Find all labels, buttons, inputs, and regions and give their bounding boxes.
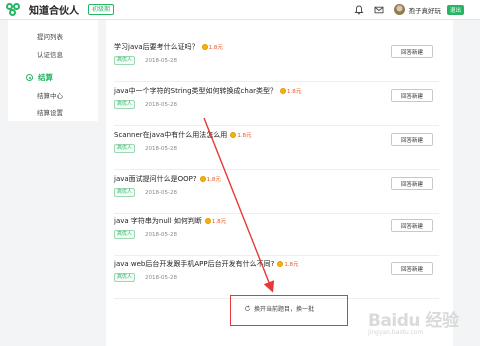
answer-button[interactable]: 回答新建: [391, 219, 433, 232]
question-title[interactable]: Scanner在java中有什么用法怎么用: [114, 130, 227, 140]
coin-icon: [201, 44, 208, 50]
question-item: java中一个字符的String类型如何转换成char类型？ 1.8元 高优人 2…: [114, 86, 439, 126]
user-name[interactable]: 孢子真好玩: [408, 5, 441, 15]
answer-button[interactable]: 回答新建: [391, 89, 433, 102]
question-date: 2018-05-28: [145, 231, 177, 238]
answer-button[interactable]: 回答新建: [391, 177, 433, 190]
reward-amount: 1.8元: [206, 177, 221, 183]
stage-badge: 初级期: [88, 4, 115, 15]
question-panel: 学习java后要考什么证吗？ 1.8元 高优人 2018-05-28 回答新建 j…: [106, 0, 453, 346]
question-item: java web后台开发跟手机APP后台开发有什么不同? 1.8元 高优人 201…: [114, 259, 439, 299]
reward-amount: 1.8元: [211, 219, 227, 225]
reward-amount: 1.8元: [237, 133, 252, 139]
reward-amount: 1.8元: [208, 45, 223, 51]
reward: 1.8元: [199, 175, 221, 183]
reward: 1.8元: [204, 217, 227, 225]
sidebar-item-certification[interactable]: 认证信息: [37, 49, 63, 59]
bell-icon[interactable]: [354, 5, 365, 15]
reward: 1.8元: [201, 43, 223, 51]
question-tag: 高优人: [114, 100, 136, 109]
logo-mark-icon: [6, 2, 24, 17]
question-tag: 高优人: [114, 273, 136, 282]
reward: 1.8元: [280, 87, 301, 95]
question-date: 2018-05-28: [145, 145, 177, 152]
question-title[interactable]: java web后台开发跟手机APP后台开发有什么不同?: [114, 259, 274, 269]
question-date: 2018-05-28: [145, 57, 177, 64]
sidebar-item-settlement-center[interactable]: 结算中心: [37, 90, 63, 100]
watermark-main: Baidu 经验: [368, 311, 459, 331]
sidebar-item-settlement-settings[interactable]: 结算设置: [37, 107, 63, 117]
coin-icon: [280, 88, 287, 94]
coin-icon: [230, 132, 237, 138]
logout-button[interactable]: 退出: [446, 4, 464, 15]
logo[interactable]: 知道合伙人 初级期: [6, 2, 115, 17]
question-item: java面试提问什么是OOP? 1.8元 高优人 2018-05-28 回答新建: [114, 174, 439, 214]
question-date: 2018-05-28: [145, 189, 177, 196]
sidebar-group-label: 结算: [38, 73, 53, 82]
refresh-label: 换开当前题目，换一批: [254, 306, 315, 313]
brand-name: 知道合伙人: [29, 6, 79, 17]
reward: 1.8元: [230, 131, 252, 139]
refresh-icon: [245, 305, 250, 311]
question-item: Scanner在java中有什么用法怎么用 1.8元 高优人 2018-05-28…: [114, 130, 439, 170]
coin-icon: [277, 261, 284, 267]
reward-amount: 1.8元: [287, 89, 302, 95]
reward-amount: 1.8元: [284, 262, 299, 268]
question-title[interactable]: java中一个字符的String类型如何转换成char类型？: [114, 86, 277, 96]
answer-button[interactable]: 回答新建: [391, 262, 433, 275]
question-item: java 字符串为null 如何判断 1.8元 高优人 2018-05-28 回答…: [114, 216, 439, 256]
reward: 1.8元: [277, 260, 299, 268]
answer-button[interactable]: 回答新建: [391, 133, 433, 146]
question-tag: 高优人: [114, 230, 136, 239]
baidu-watermark: Baidu 经验 jingyan.baidu.com: [368, 306, 459, 336]
question-title[interactable]: java 字符串为null 如何判断: [114, 216, 202, 226]
question-tag: 高优人: [114, 188, 136, 197]
avatar[interactable]: [394, 4, 406, 15]
question-date: 2018-05-28: [145, 101, 177, 108]
question-tag: 高优人: [114, 144, 136, 153]
coin-icon: [204, 218, 211, 224]
question-tag: 高优人: [114, 56, 136, 65]
watermark-sub: jingyan.baidu.com: [368, 329, 424, 336]
coin-circle-icon: [26, 74, 33, 81]
sidebar: 提问列表 认证信息 结算 结算中心 结算设置: [8, 6, 98, 121]
top-header: 知道合伙人 初级期 孢子真好玩 退出: [0, 0, 480, 20]
question-date: 2018-05-28: [145, 274, 177, 281]
question-title[interactable]: java面试提问什么是OOP?: [114, 174, 197, 184]
coin-icon: [199, 176, 206, 182]
mail-icon[interactable]: [374, 5, 384, 15]
user-menu[interactable]: 孢子真好玩 退出: [394, 4, 464, 15]
question-title[interactable]: 学习java后要考什么证吗？: [114, 42, 199, 52]
question-item: 学习java后要考什么证吗？ 1.8元 高优人 2018-05-28 回答新建: [114, 42, 439, 82]
sidebar-group-settlement[interactable]: 结算: [26, 72, 53, 83]
refresh-link[interactable]: 换开当前题目，换一批: [244, 304, 314, 313]
answer-button[interactable]: 回答新建: [391, 45, 433, 58]
sidebar-item-questions[interactable]: 提问列表: [37, 31, 63, 41]
